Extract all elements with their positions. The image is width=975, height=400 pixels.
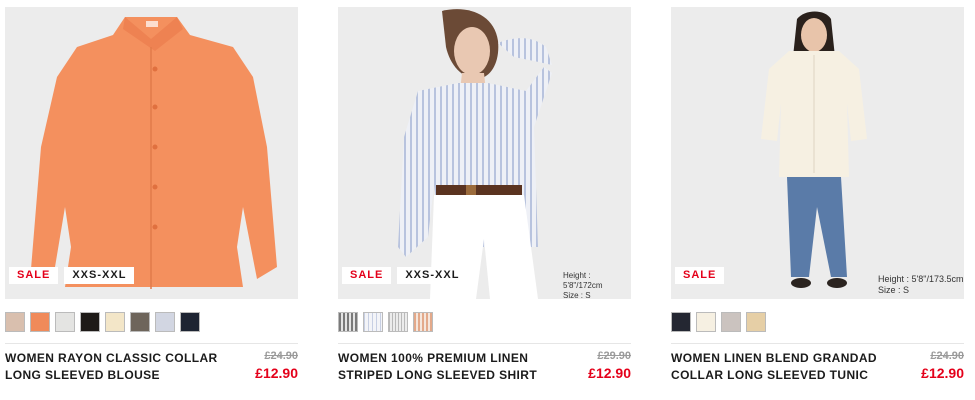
color-swatch-gray-stripe[interactable]	[338, 312, 358, 332]
color-swatch-navy[interactable]	[671, 312, 691, 332]
product-name[interactable]: WOMEN LINEN BLEND GRANDAD COLLAR LONG SL…	[671, 350, 906, 384]
product-card[interactable]: SALE Height : 5'8"/173.5cm Size : S WOME…	[671, 7, 964, 393]
model-height: Height : 5'8"/172cm	[563, 271, 603, 290]
color-swatch-black[interactable]	[80, 312, 100, 332]
color-swatch-pale-blue[interactable]	[155, 312, 175, 332]
color-swatch-cream[interactable]	[105, 312, 125, 332]
color-swatch-beige[interactable]	[5, 312, 25, 332]
model-tunic-icon	[671, 7, 964, 299]
size-range-badge: XXS-XXL	[397, 267, 468, 284]
color-swatch-light-gray[interactable]	[55, 312, 75, 332]
sale-price: £12.90	[921, 365, 964, 381]
color-swatches	[338, 312, 433, 332]
color-swatch-blue-stripe[interactable]	[363, 312, 383, 332]
product-card[interactable]: SALE XXS-XXL Height : 5'8"/172cm Size : …	[338, 7, 631, 393]
product-image[interactable]: SALE Height : 5'8"/173.5cm Size : S	[671, 7, 964, 299]
color-swatch-light-gray-stripe[interactable]	[388, 312, 408, 332]
orange-blouse-icon	[5, 7, 298, 299]
sale-badge: SALE	[9, 267, 59, 284]
divider	[671, 343, 964, 344]
product-card[interactable]: SALE XXS-XXL WOMEN RAYON CLASSIC COLLAR …	[5, 7, 298, 393]
product-name[interactable]: WOMEN 100% PREMIUM LINEN STRIPED LONG SL…	[338, 350, 573, 384]
color-swatch-brown[interactable]	[130, 312, 150, 332]
product-image[interactable]: SALE XXS-XXL	[5, 7, 298, 299]
model-info: Height : 5'8"/173.5cm Size : S	[878, 274, 963, 296]
color-swatches	[5, 312, 200, 332]
product-name[interactable]: WOMEN RAYON CLASSIC COLLAR LONG SLEEVED …	[5, 350, 240, 384]
sale-badge: SALE	[675, 267, 725, 284]
model-size: Size : S	[563, 291, 591, 299]
color-swatch-orange[interactable]	[30, 312, 50, 332]
model-striped-shirt-icon	[338, 7, 631, 299]
sale-price: £12.90	[255, 365, 298, 381]
sale-price: £12.90	[588, 365, 631, 381]
model-info: Height : 5'8"/172cm Size : S	[563, 271, 631, 299]
original-price: £24.90	[930, 350, 964, 362]
color-swatches	[671, 312, 766, 332]
color-swatch-off-white[interactable]	[696, 312, 716, 332]
color-swatch-gray[interactable]	[721, 312, 741, 332]
size-range-badge: XXS-XXL	[64, 267, 135, 284]
model-size: Size : S	[878, 285, 910, 295]
divider	[5, 343, 298, 344]
divider	[338, 343, 631, 344]
sale-badge: SALE	[342, 267, 392, 284]
original-price: £29.90	[597, 350, 631, 362]
product-image[interactable]: SALE XXS-XXL Height : 5'8"/172cm Size : …	[338, 7, 631, 299]
original-price: £24.90	[264, 350, 298, 362]
model-height: Height : 5'8"/173.5cm	[878, 274, 964, 284]
color-swatch-navy[interactable]	[180, 312, 200, 332]
color-swatch-beige[interactable]	[746, 312, 766, 332]
color-swatch-peach-stripe[interactable]	[413, 312, 433, 332]
